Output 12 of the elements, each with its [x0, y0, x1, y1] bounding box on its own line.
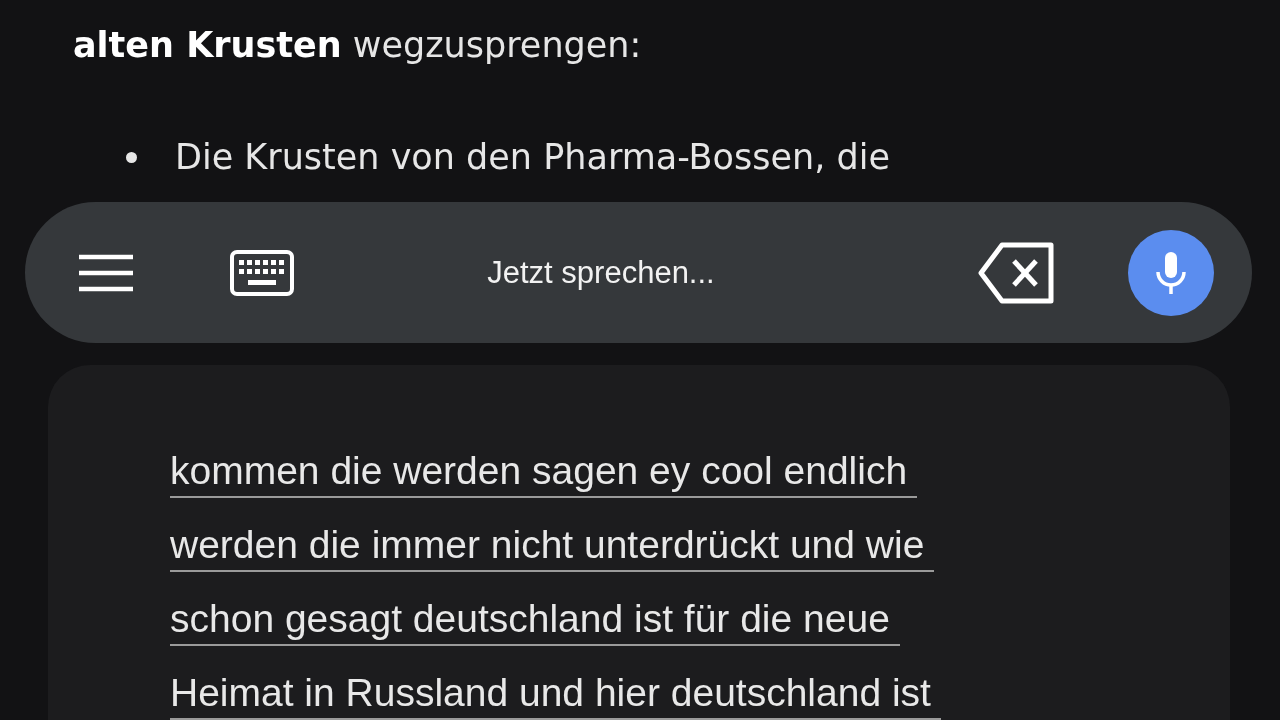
status-text: Jetzt sprechen...	[486, 254, 716, 291]
transcript-line: werden die immer nicht unterdrückt und wie	[170, 519, 935, 572]
transcript-line: schon gesagt deutschland ist für die neue	[170, 593, 900, 646]
menu-icon[interactable]	[77, 252, 135, 293]
backspace-icon[interactable]	[978, 241, 1056, 304]
transcript-line: Heimat in Russland und hier deutschland ist	[170, 667, 941, 720]
list-item-text: Die Krusten von den Pharma-Bossen, die	[175, 137, 890, 177]
microphone-icon	[1154, 249, 1188, 296]
keyboard-icon[interactable]	[230, 249, 294, 296]
transcript-line: kommen die werden sagen ey cool endlich	[170, 445, 918, 498]
bullet-icon	[126, 151, 137, 163]
message-text: alten Krusten wegzusprengen:	[73, 24, 643, 67]
